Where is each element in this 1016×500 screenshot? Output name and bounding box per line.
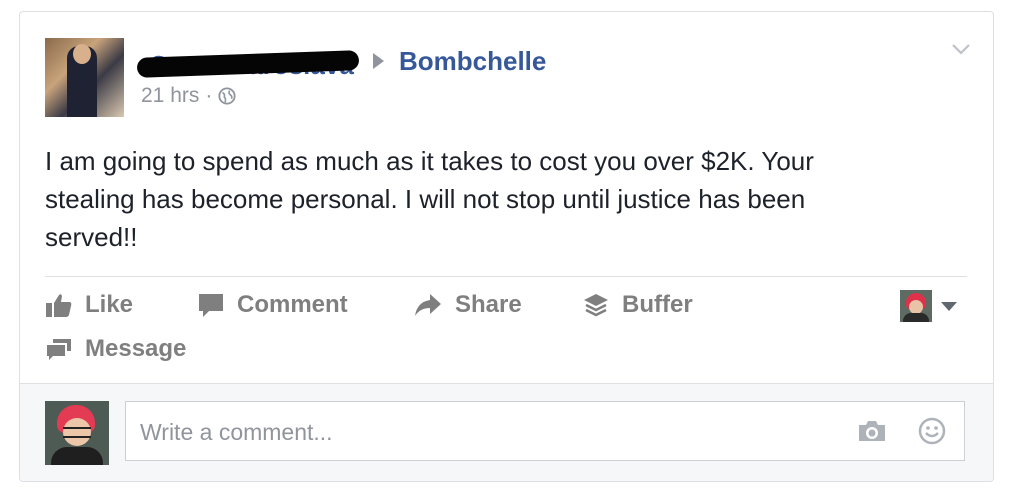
poster-avatar[interactable] [45, 38, 124, 117]
buffer-label: Buffer [622, 291, 693, 318]
chevron-down-icon[interactable] [951, 42, 971, 56]
share-button[interactable]: Share [413, 291, 522, 319]
camera-icon[interactable] [857, 419, 887, 443]
post-body: I am going to spend as much as it takes … [45, 146, 814, 252]
speech-bubble-icon [199, 294, 223, 317]
like-button[interactable]: Like [45, 291, 133, 319]
post-header: Carter Yaroslava Bombchelle [136, 43, 546, 80]
meta-separator: · [205, 84, 213, 107]
buffer-button[interactable]: Buffer [582, 291, 693, 319]
caret-down-icon [941, 301, 957, 311]
share-label: Share [455, 291, 522, 318]
share-arrow-icon [415, 294, 441, 316]
comment-box[interactable] [125, 401, 965, 462]
message-button[interactable]: Message [45, 335, 186, 363]
target-page-link[interactable]: Bombchelle [399, 46, 546, 77]
viewer-avatar[interactable] [45, 401, 109, 465]
post-meta: 21 hrs · [141, 84, 236, 108]
thumbs-up-icon [46, 294, 72, 317]
comment-input[interactable] [138, 402, 842, 462]
divider [45, 276, 967, 277]
message-label: Message [85, 335, 187, 362]
messages-icon [47, 339, 71, 360]
comment-button[interactable]: Comment [197, 291, 348, 319]
globe-icon[interactable] [218, 87, 236, 105]
comment-label: Comment [237, 291, 348, 318]
page-avatar [900, 290, 932, 322]
layers-icon [584, 294, 608, 317]
post-card: Carter Yaroslava Bombchelle 21 hrs · I a… [19, 11, 994, 482]
timestamp[interactable]: 21 hrs [141, 84, 199, 108]
author-name-redacted[interactable]: Carter Yaroslava [136, 46, 361, 80]
comment-composer [20, 383, 993, 481]
arrow-right-icon [373, 53, 384, 69]
page-switcher[interactable] [900, 290, 957, 322]
smiley-icon[interactable] [918, 417, 946, 445]
like-label: Like [85, 291, 134, 318]
